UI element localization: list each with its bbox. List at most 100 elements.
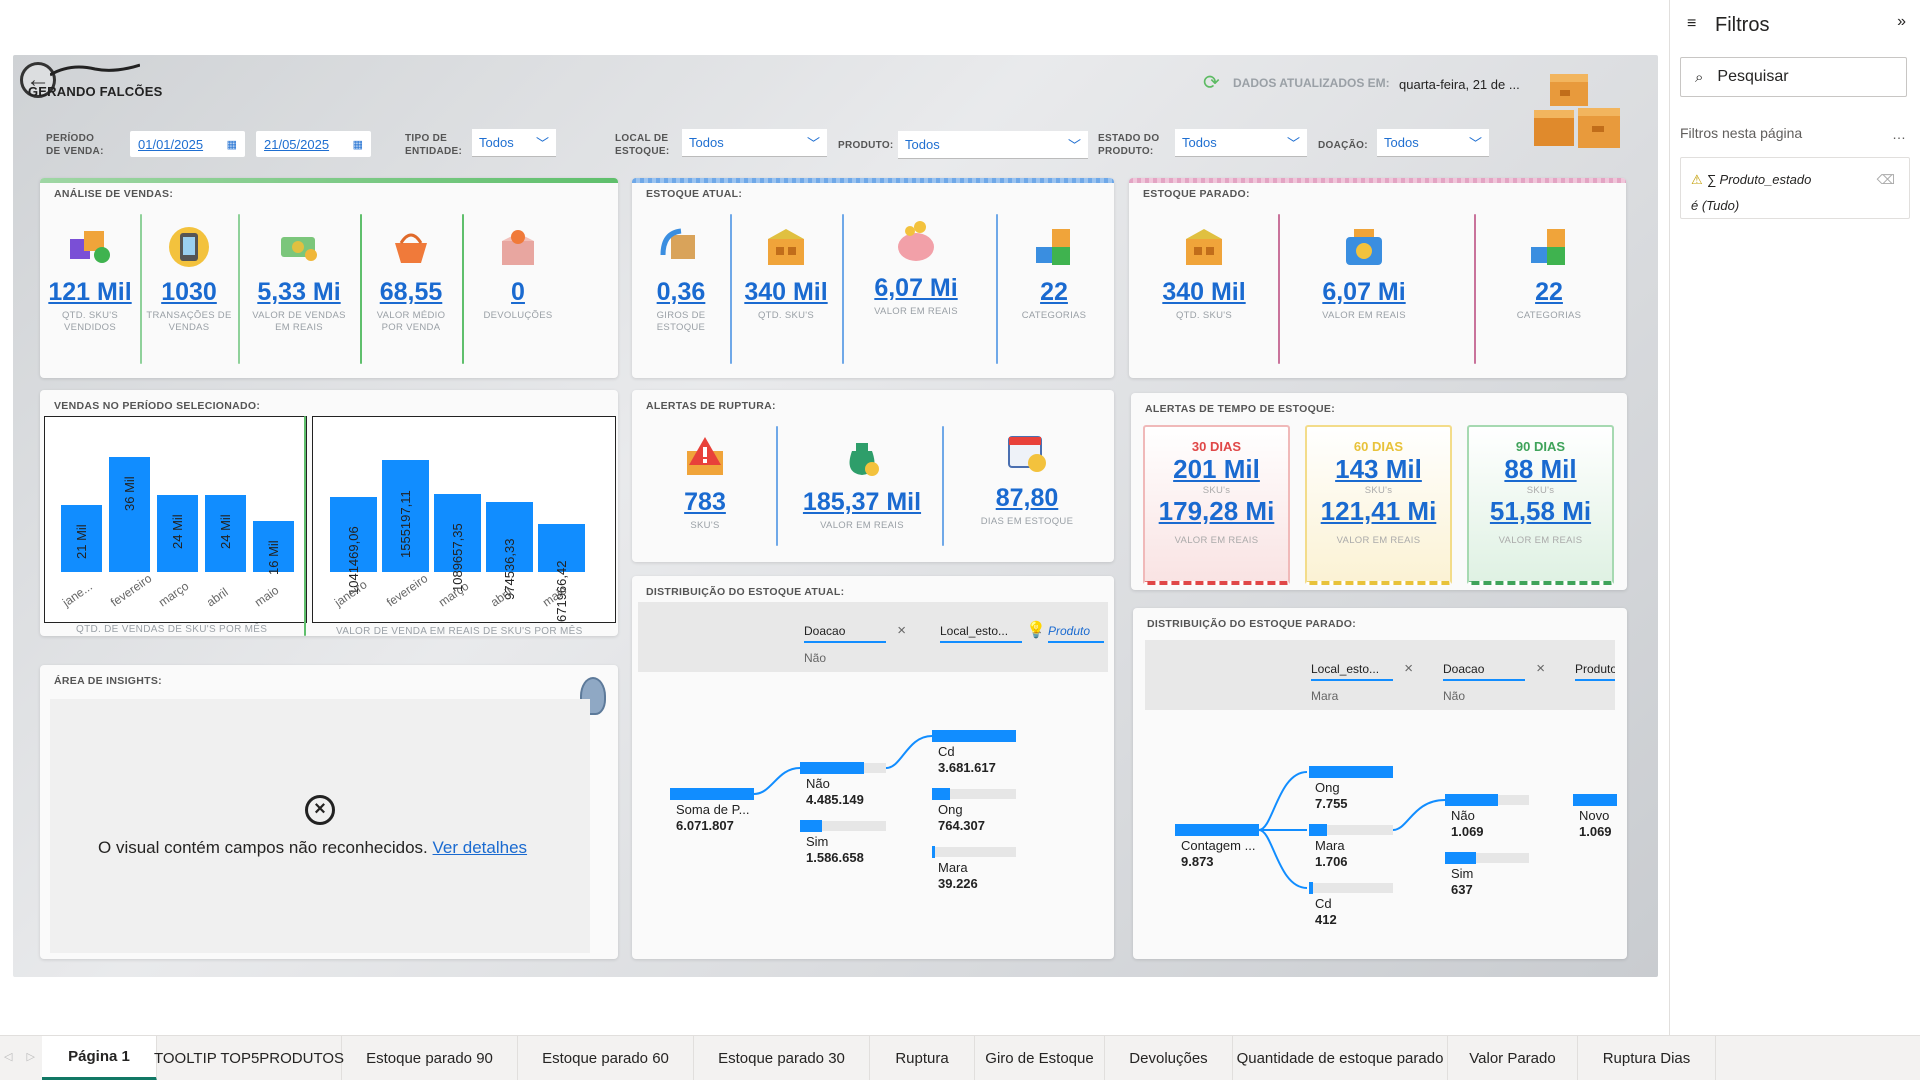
tab-estoque-parado-90[interactable]: Estoque parado 90 (342, 1036, 518, 1080)
kpi-value[interactable]: 6,07 Mi (1289, 278, 1439, 307)
node-bar[interactable] (1573, 794, 1617, 806)
node-bar[interactable] (800, 820, 822, 832)
cubes-icon (63, 220, 117, 274)
alerta-30-dias[interactable]: 30 DIAS 201 Mil SKU's 179,28 Mi VALOR EM… (1143, 425, 1290, 585)
tab-devolu-es[interactable]: Devoluções (1105, 1036, 1233, 1080)
node-bar[interactable] (1445, 852, 1476, 864)
tab-ruptura[interactable]: Ruptura (870, 1036, 975, 1080)
divider (304, 416, 306, 636)
node-bar[interactable] (932, 788, 950, 800)
divider (996, 214, 998, 364)
kpi-value[interactable]: 0,36 (636, 278, 726, 307)
alert-sublabel: VALOR EM REAIS (1174, 535, 1259, 546)
node-bar[interactable] (800, 762, 864, 774)
x-tick-label: jane... (59, 579, 95, 610)
kpi-value[interactable]: 340 Mil (1139, 278, 1269, 307)
alert-value[interactable]: 201 Mil (1145, 454, 1288, 485)
node-bar[interactable] (1309, 882, 1313, 894)
tab-quantidade-de-estoque-parado[interactable]: Quantidade de estoque parado (1233, 1036, 1448, 1080)
warning-box-icon (678, 430, 732, 484)
alert-value[interactable]: 143 Mil (1307, 454, 1450, 485)
node-name: Sim (1451, 866, 1474, 881)
chevron-down-icon: ﹀ (1067, 138, 1081, 153)
tab-tooltip-top5produtos[interactable]: TOOLTIP TOP5PRODUTOS (154, 1036, 344, 1080)
collapse-icon[interactable]: » (1897, 13, 1906, 31)
estado-dropdown[interactable]: Todos ﹀ (1175, 129, 1307, 157)
qtd-vendas-chart[interactable]: 21 Mil jane... 36 Mil fevereiro 24 Mil março 2… (44, 416, 307, 623)
kpi-value[interactable]: 22 (1489, 278, 1609, 307)
filter-card-produto-estado[interactable]: ⚠ ∑ Produto_estado é (Tudo) ⌫ (1680, 157, 1910, 219)
node-label: Cd 412 (1315, 896, 1337, 928)
doacao-dropdown[interactable]: Todos ﹀ (1377, 129, 1489, 157)
kpi-value[interactable]: 1030 (144, 278, 234, 307)
alerta-90-dias[interactable]: 90 DIAS 88 Mil SKU's 51,58 Mi VALOR EM R… (1467, 425, 1614, 585)
kpi-value[interactable]: 22 (1004, 278, 1104, 307)
alert-title: 90 DIAS (1515, 439, 1566, 454)
kpi-value[interactable]: 783 (652, 488, 758, 517)
more-options-icon[interactable]: … (1892, 126, 1906, 142)
node-bar-track (1309, 883, 1393, 893)
tipo-dropdown[interactable]: Todos ﹀ (472, 129, 556, 157)
insights-card: ÁREA DE INSIGHTS: × O visual contém camp… (40, 665, 618, 959)
kpi-value[interactable]: 5,33 Mi (244, 278, 354, 307)
alert-value[interactable]: 179,28 Mi (1145, 496, 1288, 527)
node-bar[interactable] (1175, 824, 1259, 836)
node-bar[interactable] (1445, 794, 1498, 806)
estado-label: ESTADO DO PRODUTO: (1098, 133, 1160, 157)
kpi-value[interactable]: 87,80 (952, 484, 1102, 513)
tab-valor-parado[interactable]: Valor Parado (1448, 1036, 1578, 1080)
x-tick-label: abril (203, 584, 231, 610)
kpi-value[interactable]: 0 (468, 278, 568, 307)
calendar-clock-icon (1000, 426, 1054, 480)
dist-parado-card: DISTRIBUIÇÃO DO ESTOQUE PARADO: Local_es… (1133, 608, 1627, 959)
calendar-icon[interactable]: ▦ (227, 138, 237, 151)
kpi-value[interactable]: 185,37 Mil (782, 488, 942, 517)
kpi-parado-qtd: 340 Mil QTD. SKU's (1139, 220, 1269, 322)
refresh-icon: ⟳ (1203, 72, 1220, 94)
node-bar[interactable] (1309, 824, 1327, 836)
kpi-value[interactable]: 121 Mil (44, 278, 136, 307)
tab-ruptura-dias[interactable]: Ruptura Dias (1578, 1036, 1716, 1080)
node-value: 764.307 (938, 818, 985, 833)
alert-value[interactable]: 88 Mil (1469, 454, 1612, 485)
filters-section-label: Filtros nesta página (1680, 125, 1803, 141)
kpi-ruptura-skus: 783 SKU's (652, 430, 758, 532)
alerta-60-dias[interactable]: 60 DIAS 143 Mil SKU's 121,41 Mi VALOR EM… (1305, 425, 1452, 585)
updated-label: DADOS ATUALIZADOS EM: (1233, 76, 1390, 90)
dist-atual-card: DISTRIBUIÇÃO DO ESTOQUE ATUAL: Doacao × … (632, 576, 1114, 959)
alert-value[interactable]: 51,58 Mi (1469, 496, 1612, 527)
node-bar[interactable] (932, 846, 935, 858)
divider (730, 214, 732, 364)
tab-estoque-parado-60[interactable]: Estoque parado 60 (518, 1036, 694, 1080)
node-bar[interactable] (670, 788, 754, 800)
alert-value[interactable]: 121,41 Mi (1307, 496, 1450, 527)
bar-data-label: 24 Mil (217, 514, 233, 549)
node-label: Cd 3.681.617 (938, 744, 996, 776)
local-dropdown[interactable]: Todos ﹀ (682, 129, 827, 157)
node-bar[interactable] (932, 730, 1016, 742)
ver-detalhes-link[interactable]: Ver detalhes (433, 838, 528, 857)
kpi-value[interactable]: 68,55 (366, 278, 456, 307)
bar[interactable] (109, 457, 150, 572)
kpi-value[interactable]: 6,07 Mi (846, 274, 986, 303)
clear-filter-icon[interactable]: ⌫ (1877, 167, 1895, 193)
date-end-input[interactable]: 21/05/2025 ▦ (256, 131, 371, 157)
produto-dropdown[interactable]: Todos ﹀ (898, 131, 1088, 159)
chevron-down-icon: ﹀ (535, 136, 549, 151)
node-bar[interactable] (1309, 766, 1393, 778)
tab-giro-de-estoque[interactable]: Giro de Estoque (975, 1036, 1105, 1080)
kpi-valor-vendas: 5,33 Mi VALOR DE VENDAS EM REAIS (244, 220, 354, 334)
tab-p-gina-1[interactable]: Página 1 (42, 1036, 157, 1080)
tab-estoque-parado-30[interactable]: Estoque parado 30 (694, 1036, 870, 1080)
node-name: Sim (806, 834, 829, 849)
categories-icon (1522, 220, 1576, 274)
kpi-value[interactable]: 340 Mil (734, 278, 838, 307)
calendar-icon[interactable]: ▦ (353, 138, 363, 151)
kpi-label: SKU's (690, 520, 720, 531)
valor-vendas-chart[interactable]: 1041469,06 janeiro 1555197,11 fevereiro 1089… (312, 416, 616, 623)
date-start-input[interactable]: 01/01/2025 ▦ (130, 131, 245, 157)
node-value: 7.755 (1315, 796, 1348, 811)
divider (140, 214, 142, 364)
estoque-atual-card: ESTOQUE ATUAL: 0,36 GIROS DE ESTOQUE 340… (632, 178, 1114, 378)
filters-search-input[interactable]: ⌕ Pesquisar (1680, 57, 1907, 97)
